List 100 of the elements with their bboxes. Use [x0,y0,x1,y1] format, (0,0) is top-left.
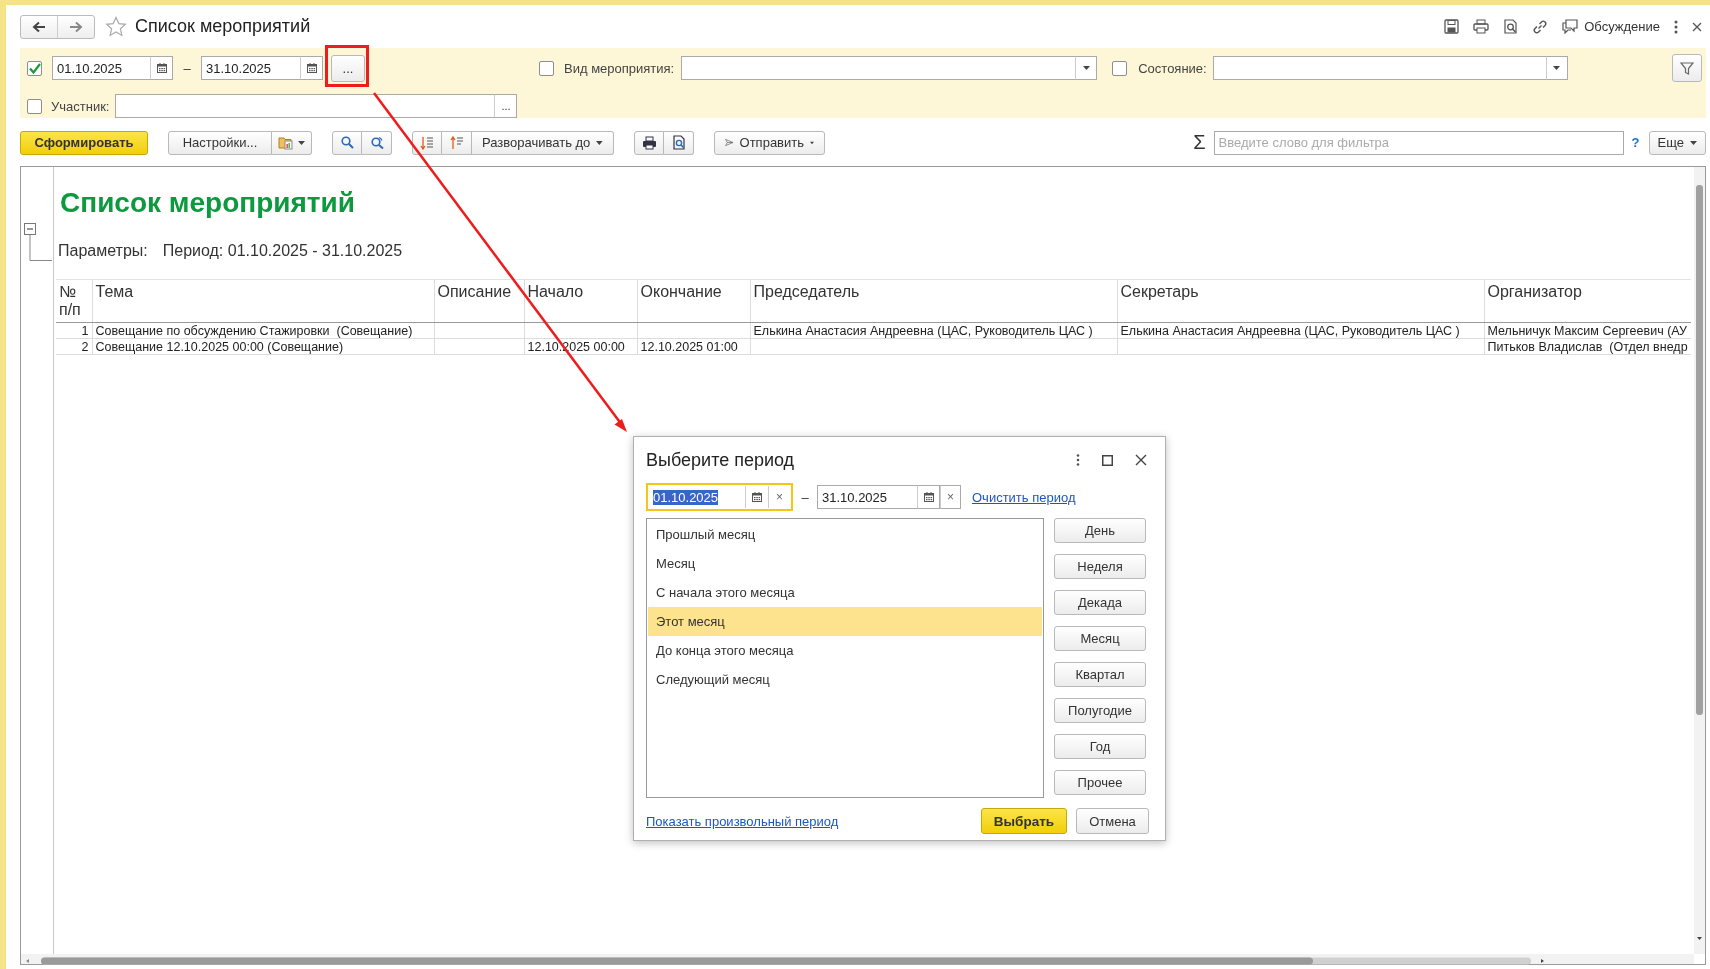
period-button[interactable]: Месяц [1054,626,1146,651]
caret-icon [810,140,814,145]
folder-chart-icon [278,135,294,150]
sum-button[interactable]: Σ [1193,131,1206,154]
discussion-button[interactable]: Обсуждение [1562,19,1660,34]
date-separator: – [800,489,810,505]
calendar-button[interactable] [300,56,323,80]
period-button[interactable]: Полугодие [1054,698,1146,723]
period-button[interactable]: Квартал [1054,662,1146,687]
more-icon[interactable] [1674,19,1678,34]
custom-period-link[interactable]: Показать произвольный период [646,813,839,829]
table-cell: Мельничук Максим Сергеевич (АУ [1484,322,1691,339]
period-option[interactable]: Прошлый месяц [648,520,1042,549]
date-field[interactable]: 31.10.2025 [201,56,300,80]
table-cell: Елькина Анастасия Андреевна (ЦАС, Руководитель ЦАС ) [1117,322,1484,339]
checkbox[interactable] [27,60,42,76]
period-button[interactable]: Год [1054,734,1146,759]
period-option[interactable]: Месяц [648,549,1042,578]
column-header: Описание [434,279,524,323]
field-label: Участник: [51,98,110,114]
period-option[interactable]: До конца этого месяца [648,636,1042,665]
clear-period-link[interactable]: Очистить период [972,489,1076,505]
dialog-title: Выберите период [646,449,795,471]
dropdown-button[interactable] [1545,56,1568,80]
maximize-icon[interactable] [1102,454,1113,466]
preview-icon[interactable] [1503,19,1519,34]
window-title: Список мероприятий [135,16,311,37]
participant-field[interactable] [115,94,495,118]
calendar-icon [305,62,318,74]
tree-collapse-icon[interactable] [24,223,52,261]
checkbox[interactable] [1112,60,1128,76]
table-cell: 2 [56,338,92,355]
table-cell: Елькина Анастасия Андреевна (ЦАС, Руководитель ЦАС ) [750,322,1117,339]
variant-button[interactable] [272,130,312,155]
more-icon[interactable] [1076,454,1080,466]
calendar-icon [751,491,763,503]
clear-button[interactable]: × [940,485,961,509]
settings-button[interactable]: Настройки... [168,130,272,155]
help-link[interactable]: ? [1631,135,1640,150]
column-header: Организатор [1484,279,1691,323]
caret-icon [596,140,603,145]
choose-button[interactable]: ... [494,94,518,118]
search-next-button[interactable] [362,130,392,155]
highlight-frame [325,45,369,87]
preview-button[interactable] [664,130,694,155]
column-header: № п/п [56,279,92,323]
caret-icon [1553,66,1561,70]
calendar-button[interactable] [917,485,940,509]
funnel-icon [1680,61,1694,75]
close-icon[interactable] [1135,454,1147,466]
arrow-left-icon [32,20,46,33]
period-option[interactable]: Этот месяц [648,607,1042,636]
more-button[interactable]: Еще [1648,130,1706,155]
caret-icon [1690,140,1697,145]
column-header: Начало [524,279,637,323]
parameters-label: Параметры: [58,242,148,260]
field-label: Вид мероприятия: [564,60,675,76]
close-icon[interactable] [1692,21,1702,32]
print-button[interactable] [634,130,664,155]
search-icon [340,136,354,149]
generate-button[interactable]: Сформировать [20,130,148,155]
period-option[interactable]: С начала этого месяца [648,578,1042,607]
date-field[interactable]: 01.10.2025 [52,56,150,80]
choose-period-button[interactable]: ... [331,54,365,82]
period-button[interactable]: Неделя [1054,554,1146,579]
calendar-icon [155,62,168,74]
search-button[interactable] [332,130,362,155]
table-cell: Совещание по обсуждению Стажировки (Совещание) [92,322,434,339]
select-field[interactable] [681,56,1076,80]
sort-descending-button[interactable] [412,130,442,155]
field-label: Состояние: [1138,60,1207,76]
calendar-button[interactable] [150,56,173,80]
caret-icon [298,140,305,145]
printer-icon [641,135,657,150]
link-icon[interactable] [1532,18,1549,35]
date-separator: – [182,60,192,76]
send-button[interactable]: Отправить [714,130,825,155]
period-button[interactable]: Прочее [1054,770,1146,795]
page-magnifier-icon [671,135,686,150]
select-field[interactable] [1212,56,1546,80]
save-icon[interactable] [1444,19,1460,34]
report-title: Список мероприятий [60,187,356,220]
filter-button[interactable] [1672,54,1702,82]
select-button[interactable]: Выбрать [981,808,1067,834]
column-header: Секретарь [1117,279,1484,323]
check-icon [28,62,41,74]
checkbox[interactable] [27,98,42,114]
checkbox[interactable] [539,60,554,76]
column-header: Тема [92,279,434,323]
dropdown-button[interactable] [1075,56,1098,80]
cancel-button[interactable]: Отмена [1076,808,1149,834]
print-icon[interactable] [1473,19,1490,34]
period-button[interactable]: Декада [1054,590,1146,615]
speech-bubbles-icon [1562,19,1579,34]
period-option[interactable]: Следующий месяц [648,665,1042,694]
table-cell: 1 [56,322,92,339]
date-field[interactable]: 31.10.2025 [817,485,917,509]
star-icon[interactable] [105,16,127,37]
expand-to-button[interactable]: Разворачивать до [472,130,614,155]
period-button[interactable]: День [1054,518,1146,543]
